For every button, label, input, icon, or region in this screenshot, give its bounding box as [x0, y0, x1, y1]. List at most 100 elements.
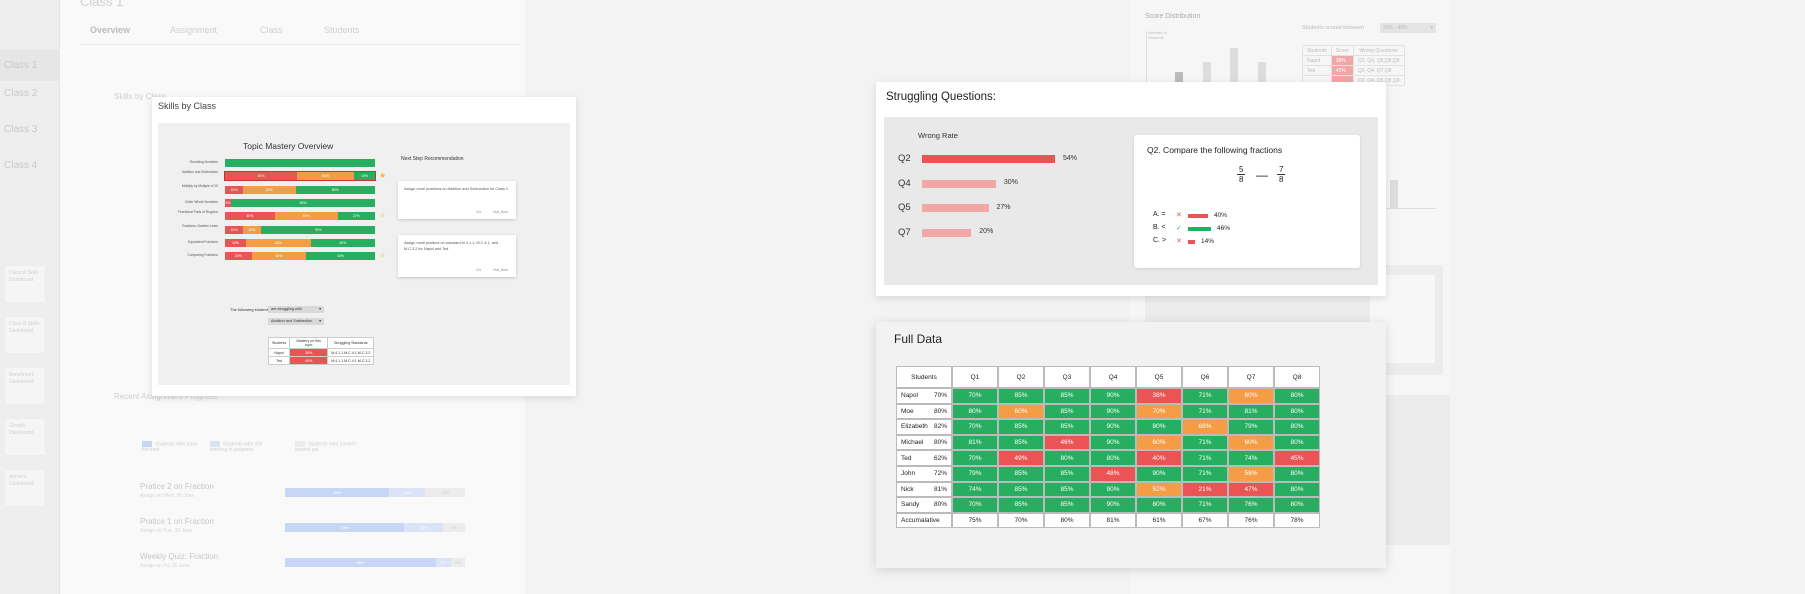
score-cell[interactable]: 52% — [1136, 481, 1182, 498]
score-cell[interactable]: 60% — [1228, 434, 1274, 451]
not-now-button-1[interactable]: Not_Now — [493, 210, 508, 214]
tab-assignment[interactable]: Assignment — [170, 25, 217, 35]
wrong-rate-bar[interactable] — [922, 155, 1055, 163]
score-cell[interactable]: 85% — [998, 497, 1044, 513]
score-cell[interactable]: 90% — [1090, 434, 1136, 451]
star-icon[interactable]: ★ — [379, 252, 386, 260]
sidebar-dashboard-item[interactable]: Class A Skills Dashboard — [4, 265, 46, 303]
sidebar-class-4[interactable]: Class 4 — [4, 160, 37, 171]
score-cell[interactable]: 74% — [1228, 450, 1274, 466]
star-icon[interactable]: ★ — [379, 212, 386, 220]
sidebar-dashboard-item[interactable]: Class B Skills Dashboard — [4, 316, 46, 354]
score-cell[interactable]: 90% — [1136, 465, 1182, 482]
score-cell[interactable]: 79% — [1228, 419, 1274, 435]
wrong-rate-bar[interactable] — [922, 204, 989, 212]
score-cell[interactable]: 70% — [952, 450, 998, 466]
sidebar-class-1[interactable]: Class 1 — [0, 50, 60, 81]
score-cell[interactable]: 80% — [1044, 450, 1090, 466]
score-cell[interactable]: 90% — [1090, 497, 1136, 513]
student-cell[interactable]: Nick 81% — [896, 481, 952, 498]
topic-mastery-bar[interactable]: 10% 10% 75% — [225, 225, 375, 234]
score-cell[interactable]: 90% — [1090, 419, 1136, 435]
student-cell[interactable]: John 72% — [896, 465, 952, 482]
score-cell[interactable]: 85% — [1044, 497, 1090, 513]
score-cell[interactable]: 79% — [952, 465, 998, 482]
score-cell[interactable]: 70% — [952, 497, 998, 513]
topic-dropdown[interactable]: Addition and Subtraction ▾ — [268, 318, 324, 325]
score-cell[interactable]: 71% — [1182, 465, 1228, 482]
wrong-rate-bar[interactable] — [922, 179, 996, 188]
score-cell[interactable]: 60% — [1136, 434, 1182, 451]
score-cell[interactable]: 71% — [1182, 388, 1228, 404]
student-cell[interactable]: Sandy 80% — [896, 497, 952, 513]
score-cell[interactable]: 60% — [998, 403, 1044, 420]
score-cell[interactable]: 45% — [1274, 450, 1320, 466]
score-cell[interactable]: 74% — [952, 481, 998, 498]
score-cell[interactable]: 85% — [998, 419, 1044, 435]
score-cell[interactable]: 46% — [1044, 434, 1090, 451]
score-cell[interactable]: 70% — [952, 419, 998, 435]
student-cell[interactable]: Napol 70% — [896, 388, 952, 404]
go-button-2[interactable]: Go — [476, 268, 481, 272]
topic-mastery-bar[interactable]: 30% 40% 27% — [225, 212, 375, 221]
score-cell[interactable]: 80% — [952, 403, 998, 420]
score-cell[interactable]: 71% — [1182, 403, 1228, 420]
score-cell[interactable]: 85% — [998, 465, 1044, 482]
topic-mastery-bar[interactable]: 20% 40% 40% — [225, 252, 375, 261]
score-cell[interactable]: 80% — [1274, 403, 1320, 420]
score-cell[interactable]: 80% — [1136, 497, 1182, 513]
student-cell[interactable]: Ted 62% — [896, 450, 952, 466]
score-cell[interactable]: 68% — [1182, 419, 1228, 435]
score-cell[interactable]: 76% — [1228, 497, 1274, 513]
score-cell[interactable]: 85% — [1044, 388, 1090, 404]
not-now-button-2[interactable]: Not_Now — [493, 268, 508, 272]
score-cell[interactable]: 85% — [1044, 481, 1090, 498]
score-cell[interactable]: 48% — [1090, 465, 1136, 482]
score-cell[interactable]: 85% — [1044, 403, 1090, 420]
topic-mastery-bar[interactable]: 30% 60% 10% — [224, 171, 376, 182]
score-cell[interactable]: 85% — [1044, 465, 1090, 482]
student-cell[interactable]: Elizabeth 82% — [896, 419, 952, 435]
sidebar-dashboard-item[interactable]: Benchmark Dashboard — [4, 367, 46, 405]
score-cell[interactable]: 80% — [1274, 465, 1320, 482]
score-cell[interactable]: 80% — [1274, 388, 1320, 404]
score-range-dropdown[interactable]: 20% - 40% ▾ — [1380, 23, 1436, 33]
score-cell[interactable]: 90% — [1090, 388, 1136, 404]
score-cell[interactable]: 81% — [952, 434, 998, 451]
sidebar-dashboard-item[interactable]: Growth Dashboard — [4, 418, 46, 456]
topic-mastery-bar[interactable]: 10% 45% 45% — [225, 238, 375, 247]
score-cell[interactable]: 85% — [998, 481, 1044, 498]
score-cell[interactable]: 80% — [1274, 497, 1320, 513]
student-cell[interactable]: Moe 80% — [896, 403, 952, 420]
score-cell[interactable]: 60% — [1228, 388, 1274, 404]
score-cell[interactable]: 80% — [1274, 481, 1320, 498]
topic-mastery-bar[interactable]: 3% 95% — [225, 198, 375, 207]
score-cell[interactable]: 85% — [998, 434, 1044, 451]
tab-class[interactable]: Class — [260, 25, 283, 35]
score-cell[interactable]: 21% — [1182, 481, 1228, 498]
star-icon[interactable]: ★ — [379, 172, 386, 180]
struggling-dropdown[interactable]: are struggling with ▾ — [268, 306, 324, 313]
score-cell[interactable]: 71% — [1182, 450, 1228, 466]
score-cell[interactable]: 70% — [952, 388, 998, 404]
score-cell[interactable]: 81% — [1228, 403, 1274, 420]
score-cell[interactable]: 80% — [1090, 450, 1136, 466]
sidebar-class-2[interactable]: Class 2 — [4, 88, 37, 99]
go-button-1[interactable]: Go — [476, 210, 481, 214]
assignment-row[interactable]: Pratice 1 on Fraction Assign on Tue, 30 J… — [140, 517, 465, 534]
assignment-row[interactable]: Pratice 2 on Fraction Assign on Wed, 30 J… — [140, 482, 465, 499]
score-cell[interactable]: 70% — [1136, 403, 1182, 420]
topic-mastery-bar[interactable]: 10% 20% 80% — [225, 185, 375, 194]
score-cell[interactable]: 90% — [1090, 481, 1136, 498]
score-cell[interactable]: 47% — [1228, 481, 1274, 498]
score-cell[interactable]: 71% — [1182, 497, 1228, 513]
sidebar-dashboard-item[interactable]: Admin's Dashboard — [4, 469, 46, 507]
assignment-row[interactable]: Weekly Quiz: Fraction Assign on Fri, 30 J… — [140, 552, 465, 569]
score-cell[interactable]: 85% — [998, 388, 1044, 404]
score-cell[interactable]: 80% — [1136, 419, 1182, 435]
score-cell[interactable]: 90% — [1090, 403, 1136, 420]
tab-overview[interactable]: Overview — [90, 25, 130, 35]
score-cell[interactable]: 58% — [1228, 465, 1274, 482]
wrong-rate-bar[interactable] — [922, 228, 972, 237]
score-cell[interactable]: 85% — [1044, 419, 1090, 435]
